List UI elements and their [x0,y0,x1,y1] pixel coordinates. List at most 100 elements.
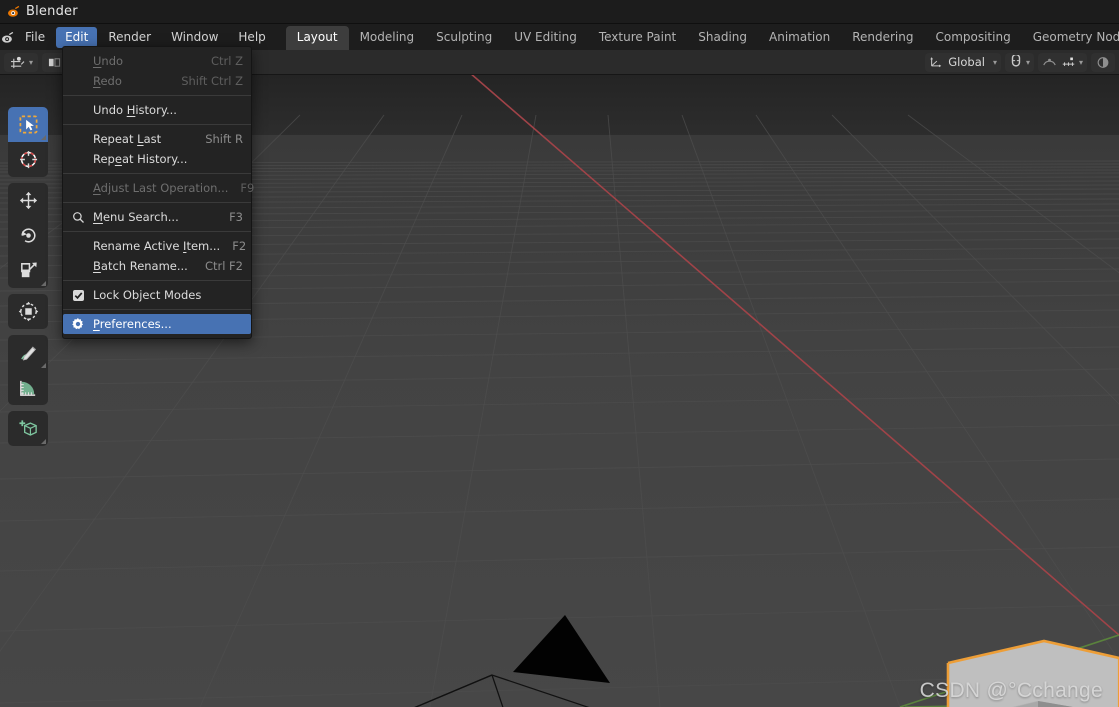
proportional-editing-group[interactable]: ▾ [1037,52,1087,72]
window-title: Blender [26,4,78,19]
menu-item-label: Repeat Last [93,132,162,146]
tab-rendering[interactable]: Rendering [841,26,924,50]
menu-window[interactable]: Window [162,27,227,48]
transform-orientation-value: Global [948,55,985,69]
cursor-3d-icon [19,151,37,169]
cube-object [946,639,1119,707]
menu-item-label: Preferences... [93,317,172,331]
tab-layout[interactable]: Layout [285,26,349,50]
os-title-bar: Blender [0,0,1119,24]
menu-item-menu-search[interactable]: Menu Search... F3 [63,207,251,227]
tweak-select-box-tool[interactable] [8,107,48,142]
menu-item-repeat-history[interactable]: Repeat History... [63,149,251,169]
menu-item-redo[interactable]: Redo Shift Ctrl Z [63,71,251,91]
move-tool[interactable] [8,183,48,218]
menu-separator [63,231,251,232]
tab-modeling[interactable]: Modeling [349,26,426,50]
ruler-measure-icon [19,380,35,396]
chevron-down-icon: ▾ [1078,57,1083,67]
snap-magnet-icon [1009,53,1023,72]
menu-item-repeat-last[interactable]: Repeat Last Shift R [63,129,251,149]
rotate-icon [20,228,35,243]
viewport-toolbar [8,107,48,452]
menu-item-label: Repeat History... [93,152,188,166]
menu-file[interactable]: File [16,27,54,48]
axis-x-line [471,75,1119,636]
menu-separator [63,173,251,174]
transform-tool[interactable] [8,294,48,329]
menu-item-shortcut: Shift R [205,132,243,146]
menu-separator [63,124,251,125]
menu-item-preferences[interactable]: Preferences... [63,314,251,334]
menu-render[interactable]: Render [99,27,160,48]
blender-icon[interactable] [0,30,15,45]
scale-tool[interactable] [8,253,48,288]
add-cube-tool[interactable] [8,411,48,446]
menu-item-adjust-last-operation[interactable]: Adjust Last Operation... F9 [63,178,255,198]
proportional-falloff-icon [1042,53,1057,72]
snapping-dropdown[interactable]: ▾ [1004,52,1034,72]
menu-edit[interactable]: Edit [56,26,98,48]
menu-item-shortcut: F3 [229,210,243,224]
tab-sculpting[interactable]: Sculpting [425,26,503,50]
tab-geometry-nodes[interactable]: Geometry Nodes [1022,26,1119,50]
tab-compositing[interactable]: Compositing [924,26,1021,50]
annotate-tool[interactable] [8,335,48,370]
menu-item-shortcut: Ctrl F2 [204,259,243,273]
measure-tool[interactable] [8,370,48,405]
tool-expand-corner [41,135,46,140]
transform-orientation-dropdown[interactable]: Global ▾ [925,52,1001,72]
menu-item-label: Lock Object Modes [93,288,202,302]
menu-item-undo-history[interactable]: Undo History... [63,100,251,120]
editor-type-icon[interactable]: ▾ [4,52,39,72]
proportional-falloff-type-icon [1061,53,1076,72]
move-arrows-icon [19,191,37,210]
menu-item-label: Batch Rename... [93,259,188,273]
blender-logo-icon [0,4,26,19]
add-cube-icon [18,420,37,436]
tool-expand-corner [41,363,46,368]
pencil-annotate-icon [20,346,36,361]
menu-separator [63,95,251,96]
menu-item-shortcut: Shift Ctrl Z [181,74,243,88]
light-triangle [513,615,610,683]
menu-item-rename-active-item[interactable]: Rename Active Item... F2 [63,236,251,256]
viewport-shading-group[interactable] [1091,52,1115,72]
menu-separator [63,202,251,203]
blender-window: Blender File Edit Render Window Help Lay… [0,0,1119,707]
chevron-down-icon: ▾ [1025,57,1030,67]
edit-dropdown-menu[interactable]: Undo Ctrl Z Redo Shift Ctrl Z Undo Histo… [62,46,255,339]
menu-item-label: Menu Search... [93,210,179,224]
orientation-axes-icon [929,53,943,72]
menu-item-label: Rename Active Item... [93,239,221,253]
menu-item-lock-object-modes[interactable]: Lock Object Modes [63,285,251,305]
menu-item-undo[interactable]: Undo Ctrl Z [63,51,251,71]
scale-icon [20,262,37,278]
menu-item-label: Redo [93,74,122,88]
menu-separator [63,280,251,281]
menu-item-label: Adjust Last Operation... [93,181,229,195]
tab-texture-paint[interactable]: Texture Paint [588,26,687,50]
menu-item-label: Undo History... [93,103,177,117]
rotate-tool[interactable] [8,218,48,253]
select-box-icon [19,115,37,134]
tab-animation[interactable]: Animation [758,26,841,50]
chevron-down-icon: ▾ [992,57,997,67]
gear-icon [63,317,93,331]
workspace-tabs: Layout Modeling Sculpting UV Editing Tex… [285,24,1119,50]
checkbox-checked-icon[interactable] [63,289,93,301]
chevron-down-icon: ▾ [29,57,34,67]
menu-help[interactable]: Help [229,27,274,48]
menu-separator [63,309,251,310]
search-icon [63,211,93,224]
menu-item-shortcut: Ctrl Z [211,54,243,68]
tab-uv-editing[interactable]: UV Editing [503,26,588,50]
menu-item-shortcut: F2 [232,239,247,253]
menu-item-label: Undo [93,54,124,68]
menu-item-shortcut: F9 [240,181,255,195]
tab-shading[interactable]: Shading [687,26,758,50]
tool-expand-corner [41,281,46,286]
tool-expand-corner [41,439,46,444]
cursor-tool[interactable] [8,142,48,177]
menu-item-batch-rename[interactable]: Batch Rename... Ctrl F2 [63,256,251,276]
